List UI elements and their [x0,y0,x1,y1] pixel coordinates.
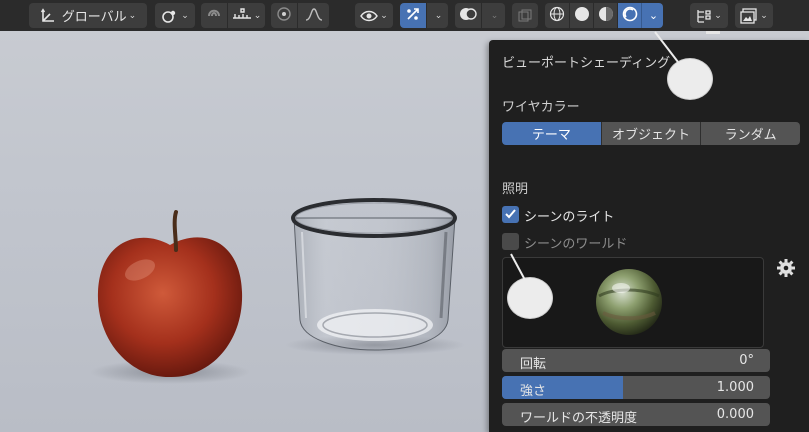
shading-mode-group: ⌄ [545,3,663,28]
chevron-down-icon: ⌄ [253,10,262,21]
proportional-edit-icon [276,6,292,26]
chevron-down-icon: ⌄ [648,9,659,22]
transform-axes-icon [40,7,56,24]
overlay-group: ⌄ [455,3,505,28]
overlay-dropdown[interactable]: ⌄ [481,3,505,28]
image-editor-icon [740,7,758,24]
chevron-down-icon: ⌄ [380,10,388,21]
glass-cup [291,198,457,351]
chevron-down-icon: ⌄ [760,10,768,21]
gear-icon[interactable] [776,258,796,282]
pivot-icon [161,8,179,24]
rotation-value: 0° [739,353,754,368]
gizmo-toggle[interactable] [400,3,426,28]
shading-rendered-button[interactable] [617,3,641,28]
chevron-down-icon: ⌄ [128,10,137,21]
gizmo-group: ⌄ [400,3,448,28]
shading-wireframe-icon [549,6,565,26]
snapping-group: ⌄ [201,3,265,28]
gizmo-dropdown[interactable]: ⌄ [426,3,448,28]
lighting-label: 照明 [502,182,529,197]
shading-material-icon [598,6,614,26]
chevron-down-icon: ⌄ [714,10,722,21]
chevron-down-icon: ⌄ [490,10,499,21]
viewport-shading-popover: ビューポートシェーディング ワイヤカラー テーマ オブジェクト ランダム 照明 … [489,40,809,432]
visibility-eye-icon [360,9,379,23]
chevron-down-icon: ⌄ [434,10,443,21]
scene-world-checkbox[interactable] [502,233,519,250]
snap-target-dropdown[interactable]: ⌄ [227,3,265,28]
image-editor-dropdown[interactable]: ⌄ [735,3,773,28]
world-opacity-field[interactable]: ワールドの不透明度 0.000 [502,403,770,426]
shading-solid-button[interactable] [569,3,593,28]
editor-indicator-bar [706,31,720,34]
shading-wireframe-button[interactable] [545,3,569,28]
shading-rendered-icon [622,6,638,26]
transform-orientation-dropdown[interactable]: グローバル ⌄ [29,3,147,28]
scene-lights-checkbox[interactable] [502,206,519,223]
world-opacity-label: ワールドの不透明度 [520,411,638,426]
outliner-filter-dropdown[interactable]: ⌄ [690,3,728,28]
touch-indicator-pointer-2 [510,253,526,281]
strength-slider[interactable]: 強さ 1.000 [502,376,770,399]
proportional-edit-toggle[interactable] [271,3,297,28]
outliner-filter-icon [696,8,712,24]
wire-color-object-button[interactable]: オブジェクト [601,122,702,145]
wire-color-theme-button[interactable]: テーマ [502,122,602,145]
xray-icon [518,9,532,23]
shading-material-button[interactable] [593,3,617,28]
checkmark-icon [504,205,517,224]
chevron-down-icon: ⌄ [181,10,189,21]
wire-color-selector: テーマ オブジェクト ランダム [502,122,801,145]
overlay-toggle[interactable] [455,3,481,28]
scene-world-label[interactable]: シーンのワールド [524,233,627,252]
pivot-point-dropdown[interactable]: ⌄ [155,3,195,28]
shading-popover-dropdown[interactable]: ⌄ [641,3,663,28]
strength-label: 強さ [520,384,547,399]
shading-solid-icon [574,6,590,26]
strength-value: 1.000 [716,380,754,395]
world-opacity-value: 0.000 [716,407,754,422]
transform-orientation-label: グローバル [61,10,127,25]
xray-toggle[interactable] [512,3,538,28]
snap-toggle[interactable] [201,3,227,28]
snap-increment-icon [232,6,252,25]
apple [97,210,243,378]
scene-lights-label[interactable]: シーンのライト [524,206,614,225]
proportional-edit-group [271,3,329,28]
falloff-curve-icon [305,6,323,25]
overlay-icon [459,6,477,26]
touch-indicator-pointer [654,31,679,63]
rotation-label: 回転 [520,357,547,372]
rotation-field[interactable]: 回転 0° [502,349,770,372]
selectability-visibility-dropdown[interactable]: ⌄ [355,3,393,28]
falloff-dropdown[interactable] [297,3,329,28]
wire-color-random-button[interactable]: ランダム [701,122,801,145]
snap-magnet-icon [206,6,222,26]
gizmo-icon [405,6,421,26]
viewport-header: グローバル ⌄ ⌄ ⌄ ⌄ ⌄ ⌄ ⌄ ⌄ ⌄ [0,0,809,34]
wire-color-label: ワイヤカラー [502,100,580,115]
